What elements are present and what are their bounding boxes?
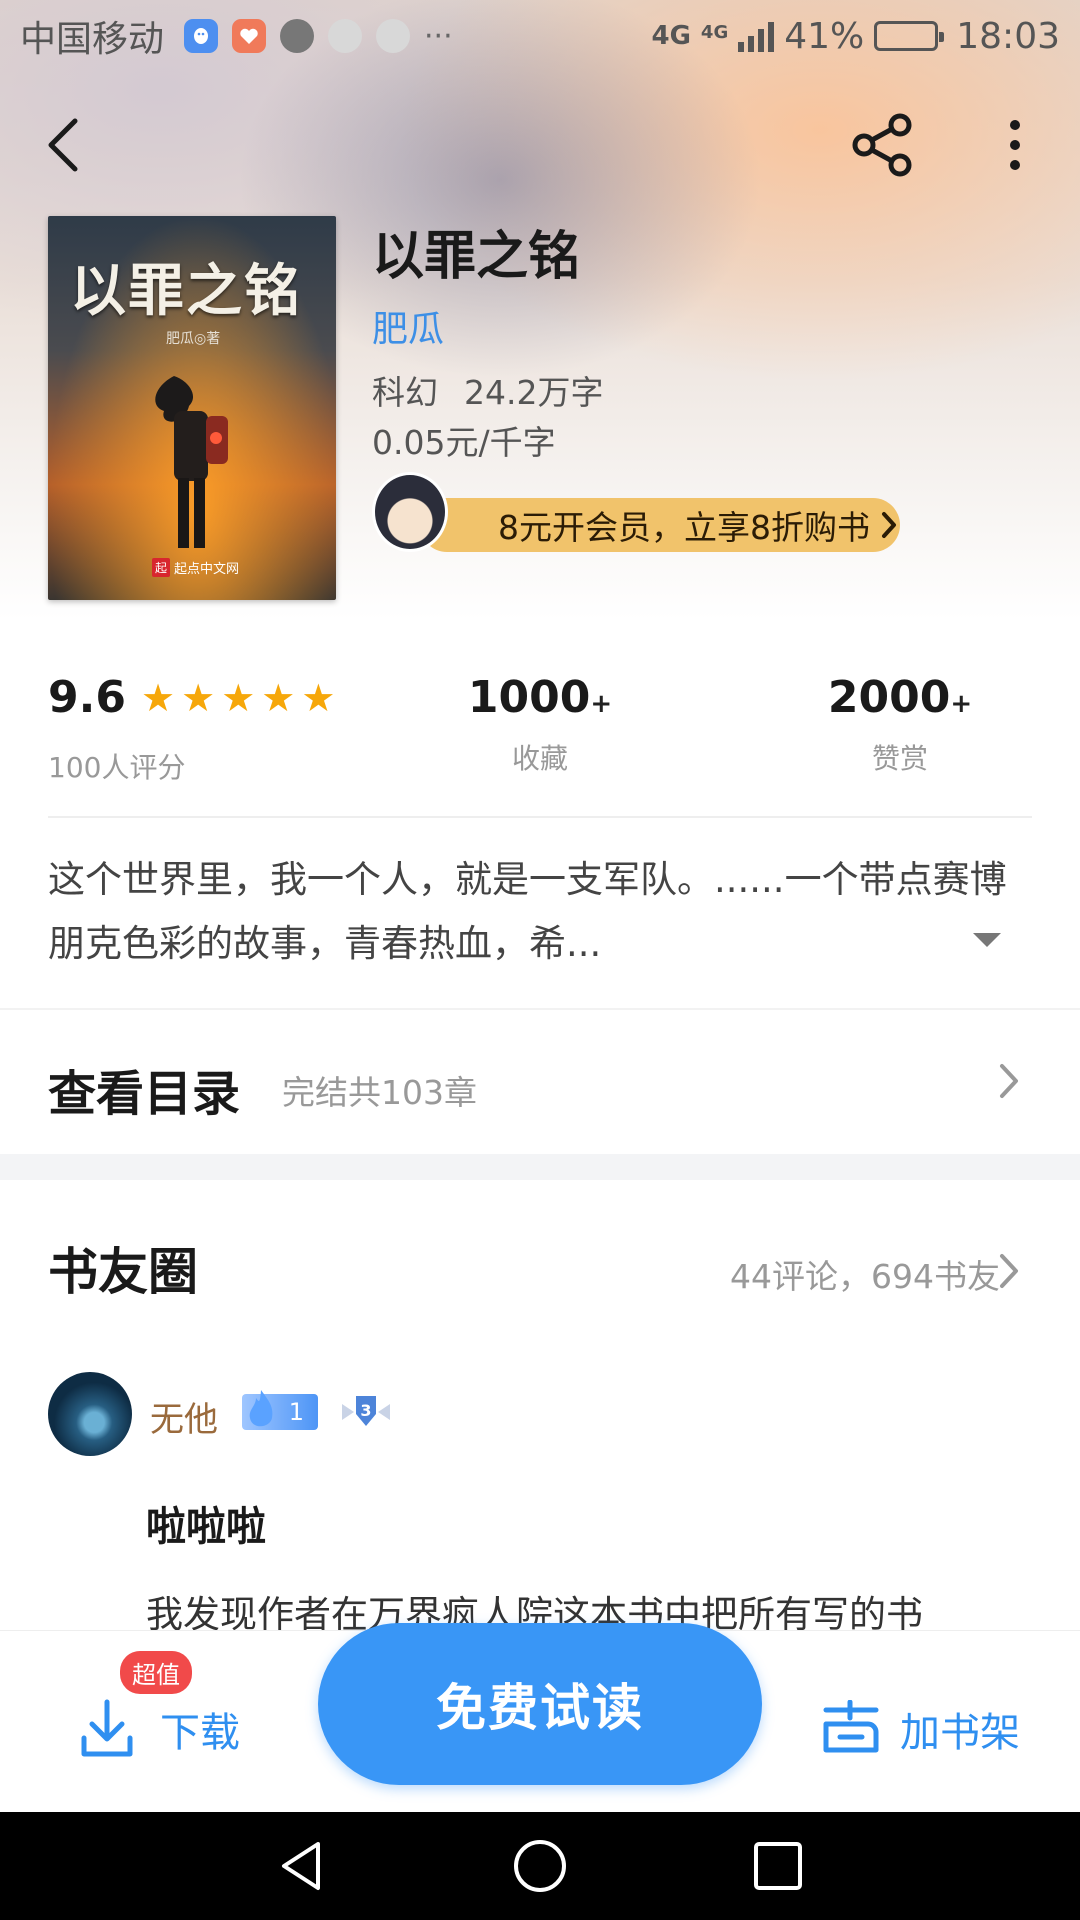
chevron-right-icon	[1000, 1064, 1018, 1098]
book-word-count: 24.2万字	[464, 373, 604, 412]
expand-down-icon[interactable]	[970, 930, 1004, 950]
publisher-logo: 起	[152, 558, 171, 577]
system-recents-icon[interactable]	[748, 1836, 808, 1896]
download-button[interactable]: 下载	[80, 1689, 240, 1769]
star-icon: ★	[141, 675, 176, 720]
favorites-value: 1000	[467, 672, 591, 723]
more-notifications-icon: ···	[424, 18, 453, 54]
rewards-label: 赞赏	[871, 742, 928, 775]
more-vertical-icon	[1010, 120, 1020, 170]
cover-title: 以罪之铭	[70, 258, 302, 324]
add-to-shelf-button[interactable]: 加书架	[820, 1689, 1020, 1769]
more-button[interactable]	[980, 110, 1050, 180]
free-read-button[interactable]: 免费试读	[318, 1623, 762, 1785]
share-icon	[852, 113, 912, 177]
flame-icon	[249, 1390, 273, 1427]
rating-stars: ★ ★ ★ ★ ★	[141, 679, 335, 717]
book-circle-title: 书友圈	[48, 1242, 198, 1301]
rating-score: 9.6	[48, 672, 126, 723]
system-navigation-bar	[0, 1812, 1080, 1920]
rewards-plus: +	[950, 689, 973, 719]
author-link[interactable]: 肥瓜	[372, 300, 444, 352]
chevron-left-icon	[48, 118, 78, 172]
cover-author: 肥瓜◎著	[166, 331, 221, 347]
nav-bar	[0, 90, 1080, 200]
signal-icon	[738, 20, 775, 52]
table-of-contents-row[interactable]: 查看目录 完结共103章	[0, 1008, 1080, 1154]
vip-mascot-avatar	[372, 472, 448, 552]
star-icon: ★	[221, 675, 256, 720]
star-icon: ★	[261, 675, 296, 720]
app-notification-icon	[376, 19, 411, 53]
share-button[interactable]	[848, 110, 918, 180]
comment-title[interactable]: 啦啦啦	[146, 1494, 266, 1552]
book-circle-stats[interactable]: 44评论，694书友	[730, 1250, 1000, 1298]
cover-publisher: 起 起点中文网	[152, 558, 239, 577]
toc-chapter-count: 完结共103章	[282, 1073, 477, 1112]
clock: 18:03	[956, 15, 1060, 57]
vip-banner-text: 8元开会员，立享8折购书	[498, 508, 870, 547]
favorites-label: 收藏	[511, 742, 568, 775]
book-cover[interactable]: 以罪之铭 肥瓜◎著 起 起点中文网	[48, 216, 336, 600]
health-notification-icon	[232, 19, 267, 53]
book-price: 0.05元/千字	[372, 423, 556, 462]
comment-username[interactable]: 无他	[150, 1392, 218, 1441]
chevron-right-icon[interactable]	[998, 1252, 1020, 1290]
avatar-notification-icon	[280, 19, 315, 53]
qq-notification-icon	[184, 19, 219, 53]
system-back-icon[interactable]	[272, 1836, 332, 1896]
book-meta: 科幻 24.2万字	[372, 366, 603, 414]
toc-title: 查看目录	[48, 1066, 241, 1122]
download-icon	[81, 1699, 133, 1757]
favorites-plus: +	[590, 689, 613, 719]
publisher-name: 起点中文网	[174, 562, 240, 577]
status-bar: 中国移动 ··· 4G 4G 41% 18:03	[0, 0, 1080, 72]
add-to-shelf-label: 加书架	[900, 1710, 1020, 1756]
cover-figure-illustration	[155, 376, 228, 548]
bookshelf-add-icon	[823, 1700, 879, 1753]
section-separator	[0, 1154, 1080, 1180]
value-badge: 超值	[120, 1651, 192, 1694]
chevron-right-icon	[882, 512, 896, 538]
rewards-value: 2000	[827, 672, 951, 723]
battery-percent: 41%	[784, 15, 865, 57]
download-label: 下载	[160, 1710, 240, 1756]
rating-block[interactable]: 9.6 ★ ★ ★ ★ ★ 100人评分	[48, 672, 335, 784]
vip-banner[interactable]: 8元开会员，立享8折购书	[420, 498, 900, 552]
fan-level-badge: 1	[242, 1390, 318, 1430]
star-icon: ★	[181, 675, 216, 720]
favorites-stat: 1000+ 收藏	[410, 672, 670, 777]
app-notification-icon	[328, 19, 363, 53]
book-synopsis[interactable]: 这个世界里，我一个人，就是一支军队。......一个带点赛博朋克色彩的故事，青春…	[48, 848, 1028, 976]
network-type-label: 4G	[700, 21, 729, 43]
battery-icon	[874, 21, 945, 51]
network-type-label: 4G	[651, 21, 691, 51]
system-home-icon[interactable]	[510, 1836, 570, 1896]
book-category: 科幻	[372, 373, 438, 412]
fan-level-value: 1	[288, 1398, 304, 1426]
bottom-action-bar: 下载 超值 免费试读 加书架	[0, 1623, 1080, 1812]
star-icon: ★	[301, 675, 336, 720]
rating-count: 100人评分	[48, 751, 186, 784]
book-title: 以罪之铭	[372, 227, 581, 287]
carrier-label: 中国移动	[20, 19, 165, 60]
back-button[interactable]	[28, 110, 98, 180]
avatar[interactable]	[48, 1372, 132, 1456]
rewards-stat[interactable]: 2000+ 赞赏	[770, 672, 1030, 777]
level-shield-value: 3	[360, 1401, 371, 1420]
level-shield-icon: 3	[342, 1396, 390, 1426]
divider	[48, 816, 1032, 818]
